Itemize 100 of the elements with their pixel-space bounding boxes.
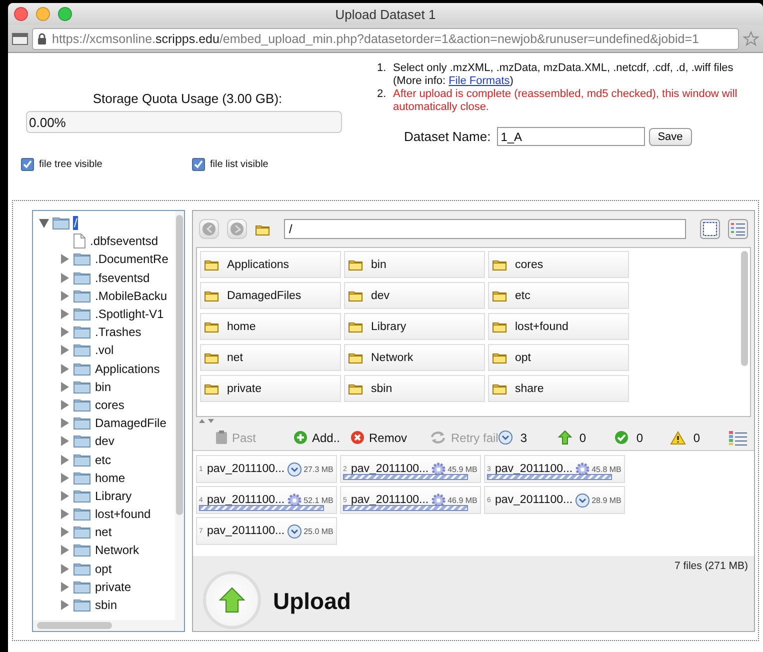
list-view-icon[interactable]: [728, 219, 748, 239]
dataset-name-field[interactable]: 1_A: [496, 127, 645, 146]
folder-tile[interactable]: home: [200, 313, 341, 340]
file-name: pav_2011100...: [351, 463, 429, 475]
expand-icon[interactable]: [61, 327, 69, 338]
folder-tile[interactable]: Library: [344, 313, 485, 340]
tree-item[interactable]: Library: [94, 488, 133, 503]
folder-icon: [73, 580, 91, 594]
folder-tile[interactable]: bin: [344, 251, 485, 278]
tree-item[interactable]: lost+found: [94, 507, 152, 522]
warning-icon: [670, 430, 686, 444]
add-button[interactable]: Add..: [293, 430, 350, 445]
expand-icon[interactable]: [61, 472, 69, 483]
folder-icon: [492, 382, 507, 395]
path-field[interactable]: /: [284, 219, 686, 239]
tree-item[interactable]: .vol: [94, 343, 115, 358]
zoom-button[interactable]: [58, 7, 72, 21]
folder-icon: [73, 470, 91, 485]
tree-item[interactable]: /: [73, 216, 78, 230]
tree-item[interactable]: .Trashes: [94, 325, 142, 340]
folder-tile[interactable]: cores: [488, 251, 629, 278]
folder-tile[interactable]: dev: [344, 282, 485, 309]
folder-icon: [73, 325, 91, 340]
expand-icon[interactable]: [61, 364, 69, 374]
file-size: 28.9 MB: [592, 496, 622, 504]
expand-icon[interactable]: [61, 545, 69, 556]
expand-icon[interactable]: [61, 564, 69, 574]
tree-item[interactable]: .dbfseventsd: [89, 234, 160, 248]
expand-icon[interactable]: [61, 509, 69, 520]
folder-tile[interactable]: share: [488, 375, 629, 402]
star-icon[interactable]: [743, 30, 759, 46]
folder-tile[interactable]: DamagedFiles: [200, 282, 341, 309]
upload-label: Upload: [273, 588, 351, 615]
folder-icon: [73, 416, 91, 430]
lock-icon: [37, 32, 47, 44]
folder-tile[interactable]: lost+found: [488, 313, 629, 340]
scrollbar[interactable]: [33, 620, 184, 631]
tree-item[interactable]: dev: [94, 434, 116, 448]
folder-icon: [492, 289, 507, 302]
folder-tile[interactable]: Network: [344, 344, 485, 371]
collapse-icon[interactable]: [39, 218, 49, 228]
uploading-count: 0: [579, 430, 586, 444]
expand-icon[interactable]: [61, 400, 69, 410]
tree-item[interactable]: bin: [94, 380, 112, 394]
checkbox-label: file tree visible: [39, 159, 102, 170]
folder-icon: [73, 362, 91, 376]
expand-icon[interactable]: [61, 309, 69, 320]
expand-icon[interactable]: [61, 272, 69, 283]
expand-icon[interactable]: [61, 527, 69, 538]
save-button[interactable]: Save: [648, 128, 692, 146]
checkbox[interactable]: [21, 158, 34, 171]
file-name: pav_2011100...: [207, 494, 285, 506]
expand-icon[interactable]: [61, 345, 69, 356]
up-arrow-icon: [219, 586, 245, 612]
folder-tile[interactable]: opt: [488, 344, 629, 371]
tree-item[interactable]: home: [94, 470, 126, 485]
folder-icon: [73, 525, 91, 540]
scrollbar[interactable]: [175, 211, 184, 620]
folder-tile[interactable]: Applications: [200, 251, 341, 278]
expand-icon[interactable]: [61, 582, 69, 592]
thumbnail-view-icon[interactable]: [700, 219, 720, 239]
remove-icon: [350, 430, 365, 445]
tree-item[interactable]: Applications: [94, 362, 161, 376]
minimize-button[interactable]: [36, 7, 50, 21]
expand-icon[interactable]: [61, 600, 69, 610]
list-icon[interactable]: [728, 430, 748, 446]
file-formats-link[interactable]: File Formats: [448, 75, 510, 87]
plus-icon: [293, 430, 308, 445]
tree-item[interactable]: etc: [94, 452, 112, 467]
tree-item[interactable]: private: [94, 580, 132, 594]
quota-reading: 0.00%: [29, 115, 66, 130]
close-button[interactable]: [14, 7, 28, 21]
remove-button[interactable]: Remov: [350, 430, 429, 445]
tree-item[interactable]: Network: [94, 543, 140, 558]
folder-tile[interactable]: net: [200, 344, 341, 371]
expand-icon[interactable]: [61, 254, 69, 264]
file-icon: [73, 233, 86, 250]
checkbox-label: file list visible: [210, 159, 268, 170]
tree-item[interactable]: net: [94, 525, 113, 540]
tree-item[interactable]: sbin: [94, 598, 118, 612]
tree-item[interactable]: .fseventsd: [94, 270, 151, 285]
tree-item[interactable]: DamagedFile: [94, 416, 168, 430]
sidebar-icon[interactable]: [12, 32, 28, 44]
expand-icon[interactable]: [61, 436, 69, 446]
tree-item[interactable]: .DocumentRe: [94, 252, 170, 266]
folder-tile[interactable]: private: [200, 375, 341, 402]
tree-item[interactable]: opt: [94, 562, 113, 576]
tree-item[interactable]: .Spotlight-V1: [94, 307, 165, 322]
expand-icon[interactable]: [61, 454, 69, 465]
expand-icon[interactable]: [61, 418, 69, 428]
folder-tile[interactable]: sbin: [344, 375, 485, 402]
checkbox[interactable]: [192, 158, 205, 171]
folder-tile[interactable]: etc: [488, 282, 629, 309]
expand-icon[interactable]: [61, 382, 69, 392]
expand-icon[interactable]: [61, 490, 69, 501]
expand-icon[interactable]: [61, 290, 69, 301]
splitter-arrows-icon[interactable]: [199, 418, 217, 424]
folder-icon: [73, 488, 91, 503]
tree-item[interactable]: .MobileBacku: [94, 288, 168, 303]
tree-item[interactable]: cores: [94, 398, 126, 412]
